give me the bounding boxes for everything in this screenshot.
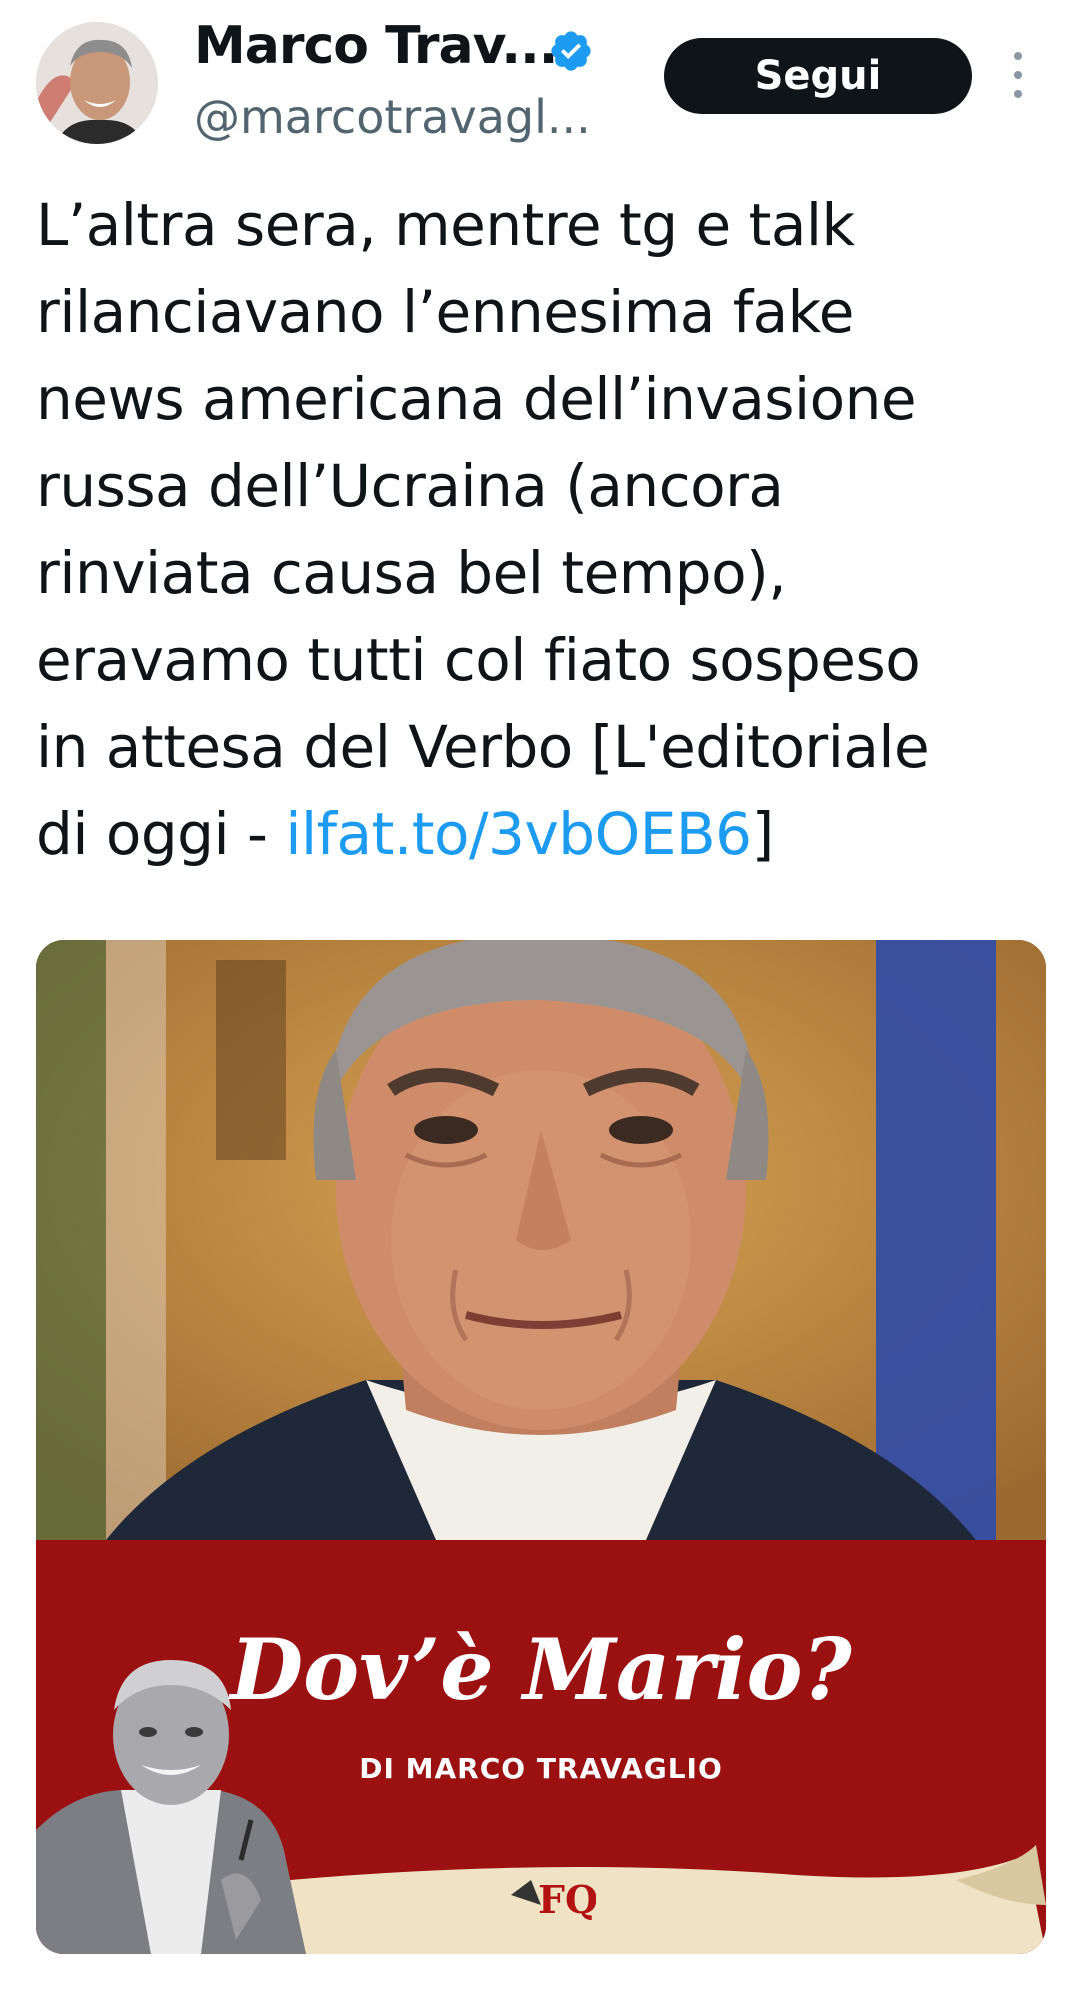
follow-button[interactable]: Segui bbox=[664, 38, 972, 114]
tweet-line: russa dell’Ucraina (ancora bbox=[36, 452, 784, 520]
tweet-line: news americana dell’invasione bbox=[36, 365, 917, 433]
tweet-line-last: di oggi - ilfat.to/3vbOEB6] bbox=[36, 791, 1046, 878]
tweet-line-suffix: ] bbox=[751, 800, 775, 868]
paper-scroll-graphic bbox=[236, 1845, 1046, 1954]
media-photo bbox=[36, 940, 1046, 1540]
media-card[interactable]: FQ Dov’è Mario? DI MARCO TRAVAGLIO bbox=[36, 940, 1046, 1954]
display-name[interactable]: Marco Trav... bbox=[194, 16, 559, 76]
tweet-line: in attesa del Verbo [L'editoriale bbox=[36, 713, 930, 781]
verified-badge-icon bbox=[551, 31, 591, 71]
tweet-line: rilanciavano l’ennesima fake bbox=[36, 278, 854, 346]
tweet-line: rinviata causa bel tempo), bbox=[36, 539, 787, 607]
more-options-icon[interactable] bbox=[1004, 52, 1032, 98]
fq-logo-text: FQ bbox=[538, 1877, 596, 1922]
fq-logo: FQ bbox=[506, 1865, 598, 1925]
tweet-line-prefix: di oggi - bbox=[36, 800, 286, 868]
tweet-text: L’altra sera, mentre tg e talk rilanciav… bbox=[36, 182, 1046, 878]
tweet-line: eravamo tutti col fiato sospeso bbox=[36, 626, 921, 694]
avatar[interactable] bbox=[36, 22, 158, 144]
tweet-line: L’altra sera, mentre tg e talk bbox=[36, 191, 855, 259]
tweet-link[interactable]: ilfat.to/3vbOEB6 bbox=[285, 800, 752, 868]
handle[interactable]: @marcotravagl... bbox=[194, 90, 591, 144]
media-byline: DI MARCO TRAVAGLIO bbox=[359, 1752, 723, 1785]
media-title: Dov’è Mario? bbox=[230, 1620, 852, 1719]
